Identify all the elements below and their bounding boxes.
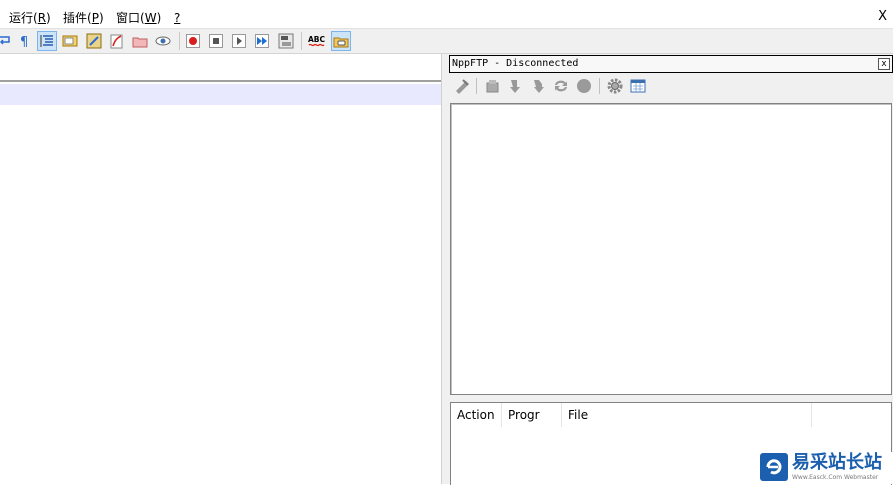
menu-help[interactable]: ? xyxy=(174,10,180,26)
menu-run[interactable]: 运行(R) xyxy=(9,10,51,26)
connect-icon[interactable] xyxy=(453,77,471,95)
upload-icon[interactable] xyxy=(529,77,547,95)
function-list-icon[interactable] xyxy=(85,32,103,50)
spell-check-icon[interactable]: ABC xyxy=(308,32,326,50)
message-window-icon[interactable] xyxy=(629,77,647,95)
indent-guide-icon[interactable] xyxy=(37,31,57,51)
panel-title-bar: NppFTP - Disconnected x xyxy=(449,55,893,73)
menu-plugins[interactable]: 插件(P) xyxy=(63,10,104,26)
ftp-toolbar xyxy=(448,74,893,98)
watermark: 易采站长站 Www.Easck.Com Webmaster xyxy=(760,452,893,484)
abort-icon[interactable] xyxy=(575,77,593,95)
nppftp-panel: NppFTP - Disconnected x Action Progr Fil… xyxy=(448,54,893,485)
play-macro-icon[interactable] xyxy=(230,32,248,50)
record-macro-icon[interactable] xyxy=(184,32,202,50)
panel-title: NppFTP - Disconnected xyxy=(452,58,579,69)
wrap-icon[interactable] xyxy=(0,32,14,50)
folder-icon[interactable] xyxy=(131,32,149,50)
monitor-eye-icon[interactable] xyxy=(154,32,172,50)
ftp-toolbar-separator xyxy=(476,78,477,94)
close-document-button[interactable]: X xyxy=(878,9,887,24)
download-icon[interactable] xyxy=(484,77,502,95)
column-header-progress[interactable]: Progr xyxy=(502,403,562,427)
watermark-logo-icon xyxy=(760,453,788,481)
watermark-title: 易采站长站 xyxy=(792,452,882,473)
ftp-toolbar-separator xyxy=(599,78,600,94)
run-macro-multiple-icon[interactable] xyxy=(253,32,271,50)
show-all-chars-icon[interactable]: ¶ xyxy=(16,32,34,50)
menu-window[interactable]: 窗口(W) xyxy=(116,10,161,26)
refresh-icon[interactable] xyxy=(552,77,570,95)
toolbar-separator xyxy=(179,32,180,50)
main-toolbar: ¶ ABC xyxy=(0,28,893,54)
column-header-file[interactable]: File xyxy=(562,403,812,427)
column-header-action[interactable]: Action xyxy=(451,403,502,427)
stop-record-icon[interactable] xyxy=(207,32,225,50)
panel-close-button[interactable]: x xyxy=(878,58,890,70)
save-macro-icon[interactable] xyxy=(277,32,295,50)
editor-area[interactable] xyxy=(0,80,441,486)
menu-bar: 运行(R) 插件(P) 窗口(W) ? X xyxy=(0,0,893,28)
ftp-panel-icon[interactable] xyxy=(331,31,351,51)
svg-text:¶: ¶ xyxy=(20,35,28,50)
spell-check-label: ABC xyxy=(308,35,326,44)
current-line-highlight xyxy=(0,84,441,105)
toolbar-separator xyxy=(301,32,302,50)
settings-gear-icon[interactable] xyxy=(606,77,624,95)
watermark-subtitle: Www.Easck.Com Webmaster xyxy=(792,474,879,481)
doc-map-icon[interactable] xyxy=(61,32,79,50)
folder-workspace-icon[interactable] xyxy=(108,32,126,50)
remote-file-tree[interactable] xyxy=(450,103,892,395)
upload-down-icon[interactable] xyxy=(507,77,525,95)
column-header-extra[interactable] xyxy=(812,403,891,427)
